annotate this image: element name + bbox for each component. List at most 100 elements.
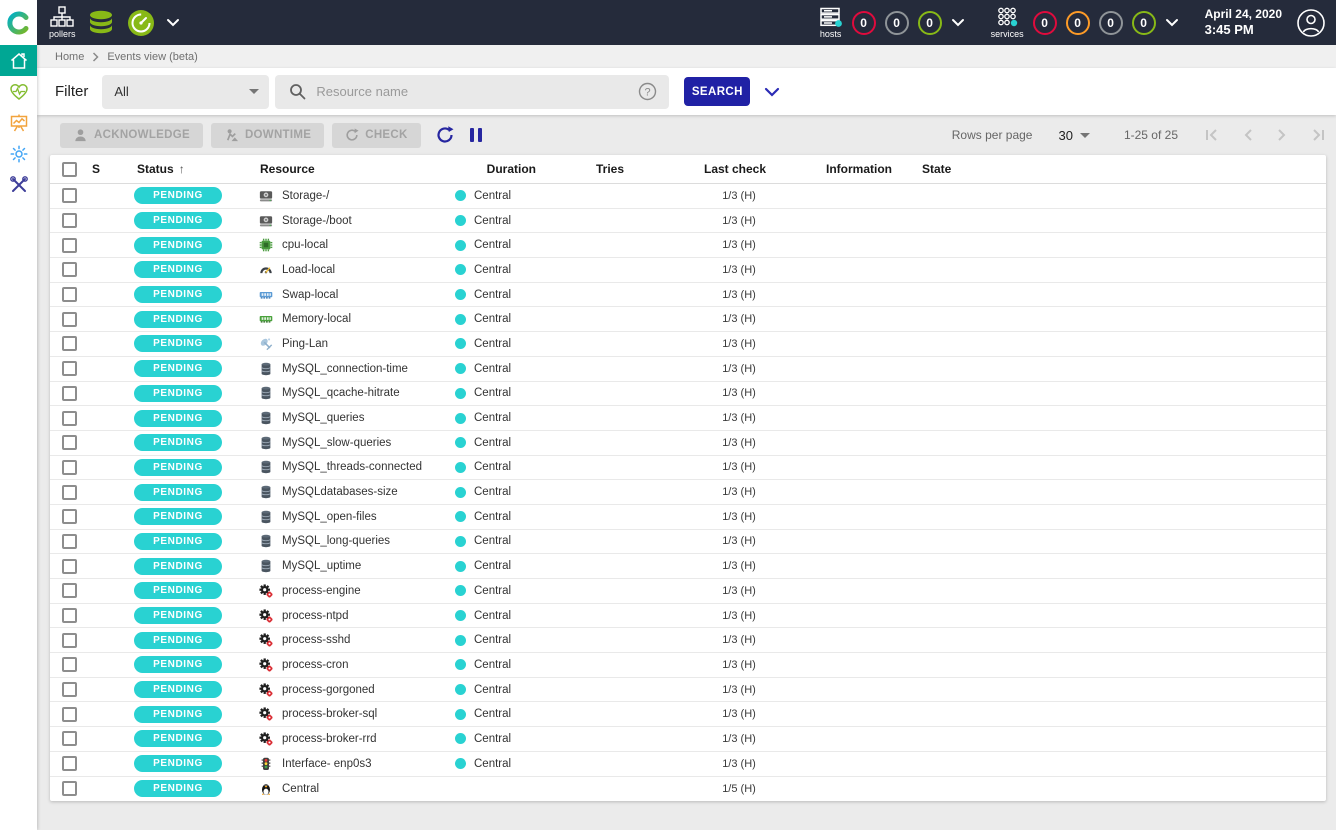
- parent-cell[interactable]: Central: [450, 239, 546, 251]
- pollers-chevron-down-icon[interactable]: [166, 18, 180, 27]
- row-checkbox[interactable]: [62, 312, 77, 327]
- resource-cell[interactable]: process-broker-sql: [254, 707, 450, 721]
- resource-cell[interactable]: MySQL_open-files: [254, 510, 450, 524]
- resource-cell[interactable]: Storage-/boot: [254, 214, 450, 228]
- check-button[interactable]: CHECK: [332, 123, 420, 148]
- resource-cell[interactable]: process-gorgoned: [254, 683, 450, 697]
- parent-cell[interactable]: Central: [450, 486, 546, 498]
- resource-cell[interactable]: process-broker-rrd: [254, 732, 450, 746]
- column-header-last-check[interactable]: Last check: [674, 162, 804, 176]
- resource-cell[interactable]: MySQL_threads-connected: [254, 460, 450, 474]
- row-checkbox[interactable]: [62, 485, 77, 500]
- column-header-status[interactable]: Status↑: [114, 162, 254, 176]
- column-header-duration[interactable]: Duration: [450, 162, 546, 176]
- sidebar-item-administration[interactable]: [0, 169, 37, 200]
- row-checkbox[interactable]: [62, 583, 77, 598]
- row-checkbox[interactable]: [62, 411, 77, 426]
- row-checkbox[interactable]: [62, 633, 77, 648]
- parent-cell[interactable]: Central: [450, 733, 546, 745]
- parent-cell[interactable]: Central: [450, 190, 546, 202]
- resource-cell[interactable]: process-cron: [254, 658, 450, 672]
- table-row[interactable]: PENDING MySQL_threads-connected Central …: [50, 456, 1326, 481]
- table-row[interactable]: PENDING MySQL_long-queries Central 1/3 (…: [50, 530, 1326, 555]
- parent-cell[interactable]: Central: [450, 585, 546, 597]
- row-checkbox[interactable]: [62, 731, 77, 746]
- services-critical-counter[interactable]: 0: [1033, 11, 1057, 35]
- centreon-logo[interactable]: [0, 0, 37, 45]
- row-checkbox[interactable]: [62, 188, 77, 203]
- parent-cell[interactable]: Central: [450, 215, 546, 227]
- table-row[interactable]: PENDING Storage-/boot Central 1/3 (H): [50, 209, 1326, 234]
- table-row[interactable]: PENDING process-sshd Central 1/3 (H): [50, 628, 1326, 653]
- resource-cell[interactable]: Interface- enp0s3: [254, 757, 450, 771]
- services-unknown-counter[interactable]: 0: [1099, 11, 1123, 35]
- resource-cell[interactable]: MySQL_queries: [254, 411, 450, 425]
- resource-cell[interactable]: process-engine: [254, 584, 450, 598]
- table-row[interactable]: PENDING MySQL_queries Central 1/3 (H): [50, 406, 1326, 431]
- resource-cell[interactable]: Central: [254, 782, 450, 796]
- hosts-unreachable-counter[interactable]: 0: [885, 11, 909, 35]
- rows-per-page-select[interactable]: 30: [1058, 128, 1089, 143]
- table-row[interactable]: PENDING Ping-Lan Central 1/3 (H): [50, 332, 1326, 357]
- table-row[interactable]: PENDING MySQL_slow-queries Central 1/3 (…: [50, 431, 1326, 456]
- services-chevron-down-icon[interactable]: [1165, 18, 1179, 27]
- row-checkbox[interactable]: [62, 238, 77, 253]
- row-checkbox[interactable]: [62, 657, 77, 672]
- search-help-icon[interactable]: ?: [638, 82, 657, 101]
- table-row[interactable]: PENDING MySQL_connection-time Central 1/…: [50, 357, 1326, 382]
- row-checkbox[interactable]: [62, 559, 77, 574]
- hosts-menu[interactable]: hosts: [819, 7, 843, 39]
- column-header-resource[interactable]: Resource: [254, 162, 450, 176]
- resource-cell[interactable]: process-sshd: [254, 633, 450, 647]
- resource-cell[interactable]: MySQL_connection-time: [254, 362, 450, 376]
- row-checkbox[interactable]: [62, 608, 77, 623]
- parent-cell[interactable]: Central: [450, 535, 546, 547]
- parent-cell[interactable]: Central: [450, 264, 546, 276]
- breadcrumb-home[interactable]: Home: [55, 51, 84, 63]
- parent-cell[interactable]: Central: [450, 610, 546, 622]
- poller-latency-icon[interactable]: [126, 8, 156, 38]
- parent-cell[interactable]: Central: [450, 313, 546, 325]
- row-checkbox[interactable]: [62, 460, 77, 475]
- table-row[interactable]: PENDING process-cron Central 1/3 (H): [50, 653, 1326, 678]
- row-checkbox[interactable]: [62, 534, 77, 549]
- resource-cell[interactable]: Load-local: [254, 263, 450, 277]
- sidebar-item-reporting[interactable]: [0, 107, 37, 138]
- table-row[interactable]: PENDING MySQL_uptime Central 1/3 (H): [50, 554, 1326, 579]
- hosts-chevron-down-icon[interactable]: [951, 18, 965, 27]
- table-row[interactable]: PENDING MySQL_qcache-hitrate Central 1/3…: [50, 382, 1326, 407]
- parent-cell[interactable]: Central: [450, 461, 546, 473]
- resource-cell[interactable]: MySQLdatabases-size: [254, 485, 450, 499]
- table-row[interactable]: PENDING MySQL_open-files Central 1/3 (H): [50, 505, 1326, 530]
- table-row[interactable]: PENDING Interface- enp0s3 Central 1/3 (H…: [50, 752, 1326, 777]
- next-page-button[interactable]: [1276, 128, 1288, 142]
- table-row[interactable]: PENDING Swap-local Central 1/3 (H): [50, 283, 1326, 308]
- poller-database-icon[interactable]: [86, 8, 116, 38]
- column-header-tries[interactable]: Tries: [546, 162, 674, 176]
- row-checkbox[interactable]: [62, 287, 77, 302]
- row-checkbox[interactable]: [62, 386, 77, 401]
- resource-cell[interactable]: Swap-local: [254, 288, 450, 302]
- table-row[interactable]: PENDING process-engine Central 1/3 (H): [50, 579, 1326, 604]
- row-checkbox[interactable]: [62, 262, 77, 277]
- last-page-button[interactable]: [1310, 128, 1326, 142]
- row-checkbox[interactable]: [62, 213, 77, 228]
- row-checkbox[interactable]: [62, 756, 77, 771]
- parent-cell[interactable]: Central: [450, 412, 546, 424]
- row-checkbox[interactable]: [62, 361, 77, 376]
- column-header-information[interactable]: Information: [804, 162, 914, 176]
- resource-cell[interactable]: cpu-local: [254, 238, 450, 252]
- resource-cell[interactable]: Ping-Lan: [254, 337, 450, 351]
- row-checkbox[interactable]: [62, 682, 77, 697]
- pause-autorefresh-button[interactable]: [469, 127, 483, 143]
- sidebar-item-configuration[interactable]: [0, 138, 37, 169]
- row-checkbox[interactable]: [62, 336, 77, 351]
- table-row[interactable]: PENDING Memory-local Central 1/3 (H): [50, 307, 1326, 332]
- services-warning-counter[interactable]: 0: [1066, 11, 1090, 35]
- parent-cell[interactable]: Central: [450, 659, 546, 671]
- table-row[interactable]: PENDING cpu-local Central 1/3 (H): [50, 233, 1326, 258]
- sidebar-item-monitoring[interactable]: [0, 76, 37, 107]
- resource-cell[interactable]: Storage-/: [254, 189, 450, 203]
- hosts-down-counter[interactable]: 0: [852, 11, 876, 35]
- parent-cell[interactable]: Central: [450, 363, 546, 375]
